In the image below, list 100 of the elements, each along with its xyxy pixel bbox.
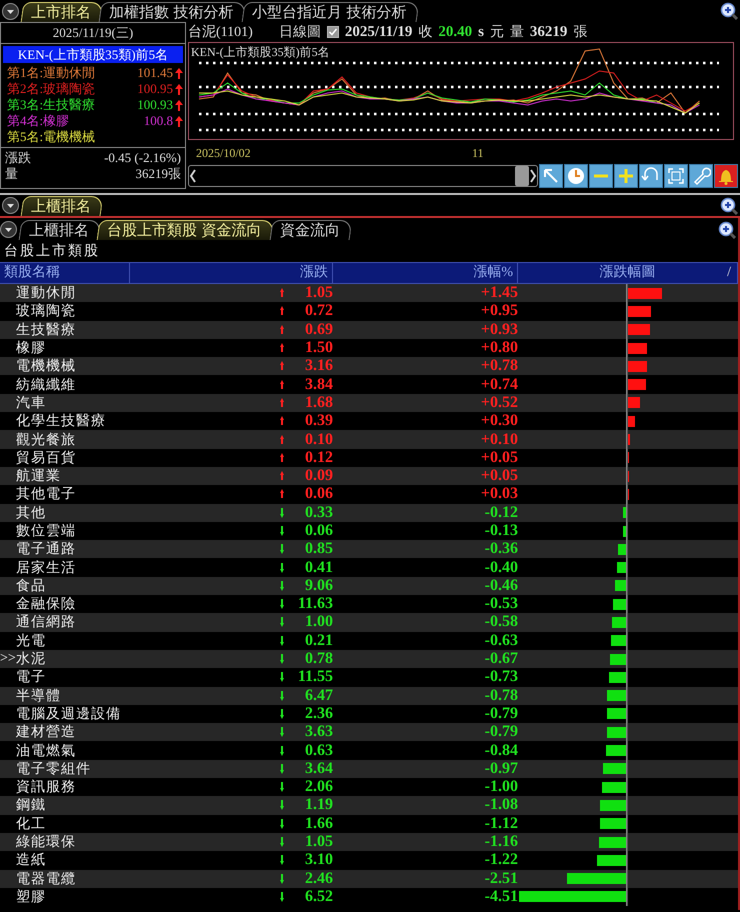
tab[interactable]: 資金流向 bbox=[269, 220, 352, 240]
sector-name[interactable]: 居家生活 bbox=[16, 558, 76, 577]
rank-value: 100.95 bbox=[137, 81, 173, 97]
sector-name[interactable]: 紡織纖維 bbox=[16, 376, 76, 394]
scroll-right-icon bbox=[529, 168, 537, 184]
percent-change: -2.51 bbox=[484, 870, 518, 887]
chart-date: 2025/11/19 bbox=[344, 24, 412, 40]
sector-name[interactable]: 航運業 bbox=[16, 467, 61, 486]
volume-label: 量 bbox=[510, 24, 524, 41]
rank-value: 100.93 bbox=[137, 97, 173, 113]
clock-icon[interactable] bbox=[566, 166, 586, 186]
up-arrow-icon bbox=[175, 100, 183, 110]
change-value: 0.78 bbox=[304, 650, 333, 668]
sector-name[interactable]: 數位雲端 bbox=[16, 522, 76, 540]
down-arrow-icon bbox=[279, 508, 285, 518]
sector-name[interactable]: 建材營造 bbox=[16, 723, 76, 742]
change-value: 0.06 bbox=[304, 522, 333, 540]
sector-name[interactable]: 汽車 bbox=[16, 394, 46, 412]
up-arrow-icon bbox=[279, 324, 285, 335]
percent-change: -0.53 bbox=[484, 595, 518, 612]
rank-label: 第2名:玻璃陶瓷 bbox=[7, 81, 96, 97]
sector-name[interactable]: 其他 bbox=[16, 504, 46, 522]
sector-name[interactable]: 貿易百貨 bbox=[16, 448, 76, 467]
change-value: 11.63 bbox=[296, 595, 333, 614]
sector-name[interactable]: 油電燃氣 bbox=[16, 742, 76, 760]
sector-name[interactable]: 半導體 bbox=[16, 686, 61, 705]
fit-screen-icon[interactable] bbox=[666, 166, 686, 186]
tab[interactable]: 上櫃排名 bbox=[20, 196, 104, 216]
sector-name[interactable]: 電子 bbox=[16, 668, 46, 686]
sector-name[interactable]: 運動休閒 bbox=[16, 284, 76, 302]
sector-name[interactable]: 光電 bbox=[16, 632, 46, 650]
down-arrow-icon bbox=[279, 636, 285, 646]
percent-change: +0.74 bbox=[480, 376, 518, 393]
change-value: 0.06 bbox=[304, 485, 333, 504]
unit-label: 元 bbox=[490, 24, 504, 41]
scroll-thumb[interactable] bbox=[515, 166, 529, 186]
sort-mark: / bbox=[726, 264, 732, 282]
up-arrow-icon bbox=[279, 361, 285, 372]
sector-name[interactable]: 化學生技醫療 bbox=[16, 412, 106, 430]
sector-name[interactable]: 綠能環保 bbox=[16, 833, 76, 852]
zoom-in-icon[interactable] bbox=[718, 221, 736, 239]
down-arrow-icon bbox=[279, 580, 285, 591]
sector-name[interactable]: 觀光餐旅 bbox=[16, 430, 76, 449]
change-value: 0.72 bbox=[304, 302, 333, 320]
change-value: 3.10 bbox=[304, 851, 333, 870]
sector-name[interactable]: 鋼鐵 bbox=[16, 796, 46, 814]
percent-change: +0.10 bbox=[480, 430, 518, 448]
tab[interactable]: 上櫃排名 bbox=[18, 220, 102, 240]
up-arrow-icon bbox=[175, 116, 183, 126]
percent-change: -1.08 bbox=[484, 796, 518, 814]
sector-name[interactable]: 資訊服務 bbox=[16, 778, 76, 796]
collapse-icon bbox=[2, 197, 19, 214]
down-arrow-icon bbox=[279, 544, 285, 554]
percent-change: +0.05 bbox=[480, 467, 518, 484]
rank-label: 第4名:橡膠 bbox=[7, 113, 70, 129]
sector-name[interactable]: 電子零組件 bbox=[16, 760, 91, 778]
percent-change: -0.79 bbox=[484, 704, 518, 722]
percent-change: +0.03 bbox=[480, 485, 518, 502]
sector-name[interactable]: 電子通路 bbox=[16, 540, 76, 558]
sector-name[interactable]: 金融保險 bbox=[16, 595, 76, 614]
sector-name[interactable]: 橡膠 bbox=[16, 339, 46, 358]
sector-name[interactable]: 食品 bbox=[16, 576, 46, 595]
down-arrow-icon bbox=[279, 892, 285, 902]
tab[interactable]: 台股上市類股 資金流向 bbox=[96, 220, 274, 240]
sector-name[interactable]: 塑膠 bbox=[16, 888, 46, 906]
zoom-in-icon[interactable] bbox=[720, 2, 738, 20]
change-value: 1.05 bbox=[304, 833, 333, 852]
sector-name[interactable]: 電腦及週邊設備 bbox=[16, 704, 121, 723]
sector-name[interactable]: 水泥 bbox=[16, 650, 46, 668]
checkbox[interactable] bbox=[326, 26, 339, 38]
sector-name[interactable]: 電器電纜 bbox=[16, 870, 76, 888]
change-value: 6.52 bbox=[304, 888, 333, 906]
scroll-left-icon bbox=[189, 168, 197, 184]
sector-name[interactable]: 造紙 bbox=[16, 851, 46, 870]
down-arrow-icon bbox=[279, 764, 285, 774]
tab[interactable]: 加權指數 技術分析 bbox=[98, 2, 246, 22]
sector-name[interactable]: 電機機械 bbox=[16, 357, 76, 376]
sector-name[interactable]: 通信網路 bbox=[16, 613, 76, 632]
wrench-icon[interactable] bbox=[691, 166, 711, 186]
sector-name[interactable]: 玻璃陶瓷 bbox=[16, 302, 76, 320]
sector-name[interactable]: 生技醫療 bbox=[16, 320, 76, 339]
period-label: 日線圖 bbox=[278, 24, 321, 41]
percent-change: +0.52 bbox=[480, 394, 518, 411]
down-arrow-icon bbox=[279, 526, 285, 536]
percent-change: +0.93 bbox=[480, 320, 518, 338]
percent-change: +0.78 bbox=[480, 357, 518, 374]
up-arrow-icon bbox=[279, 452, 285, 463]
close-label: 收 bbox=[418, 24, 432, 41]
sector-name[interactable]: 化工 bbox=[16, 814, 46, 833]
down-arrow-icon bbox=[279, 800, 285, 810]
scrollbar[interactable] bbox=[188, 165, 538, 187]
change-value: 1.50 bbox=[304, 339, 333, 358]
tab[interactable]: 上市排名 bbox=[20, 2, 104, 22]
price-suffix: s bbox=[478, 24, 484, 40]
tab[interactable]: 小型台指近月 技術分析 bbox=[241, 2, 419, 22]
plus-icon[interactable] bbox=[616, 166, 636, 186]
zoom-in-icon[interactable] bbox=[720, 196, 738, 214]
change-value: -0.45 (-2.16%) bbox=[104, 150, 181, 166]
percent-change: -0.67 bbox=[484, 650, 518, 668]
sector-name[interactable]: 其他電子 bbox=[16, 485, 76, 504]
